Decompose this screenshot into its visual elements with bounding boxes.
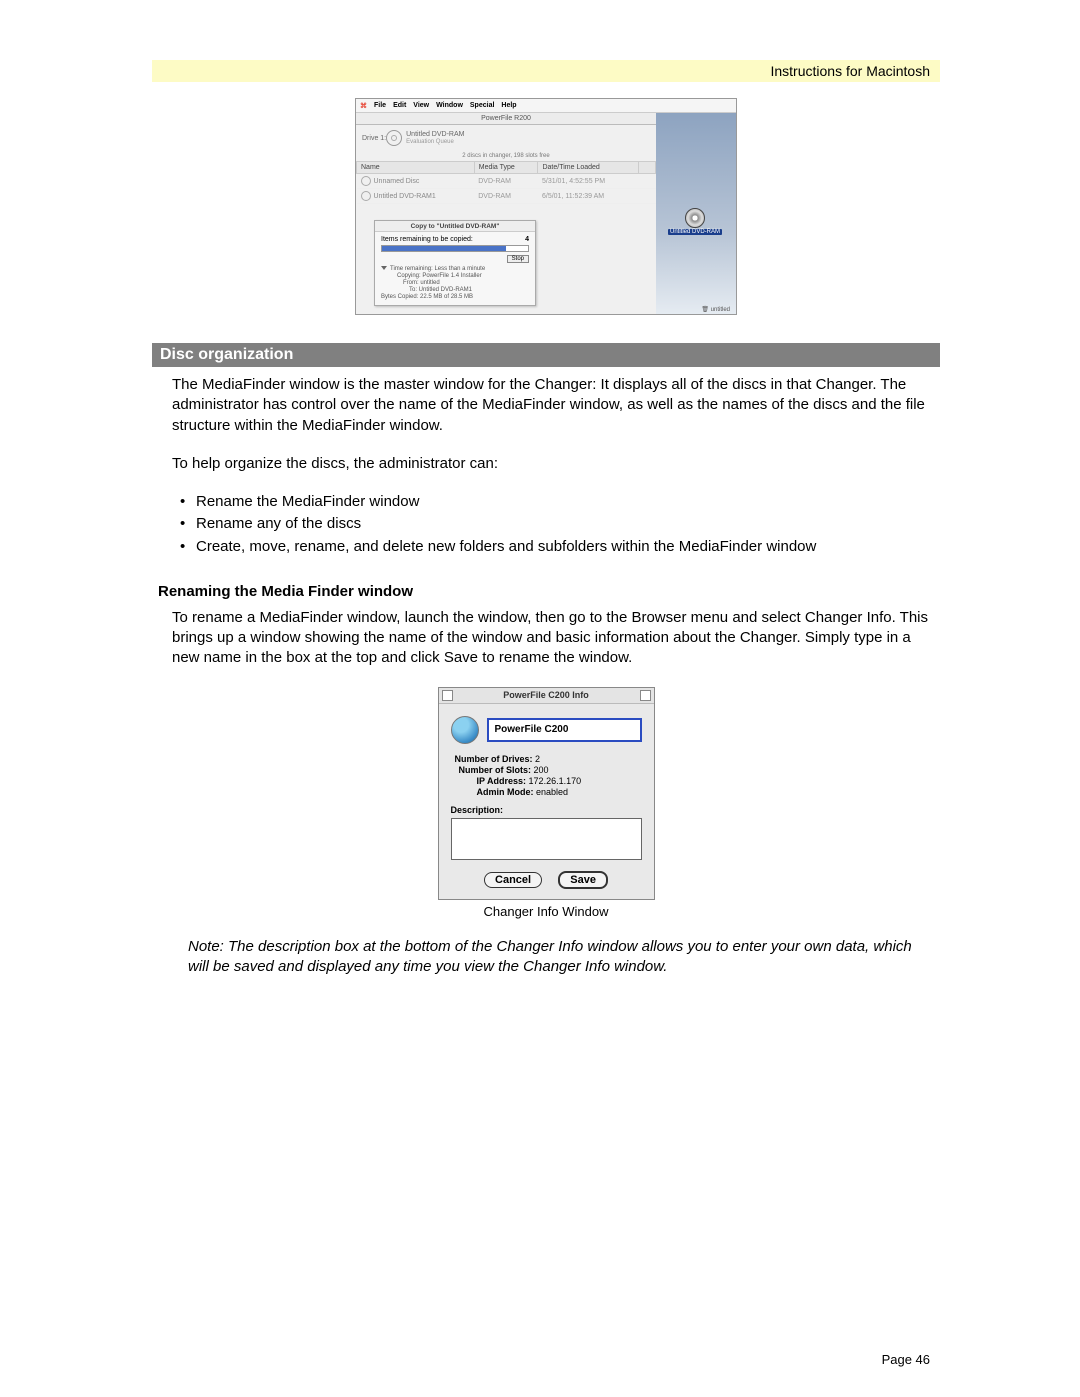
desktop-disc-icon: Untitled DVD-RAM <box>668 208 722 235</box>
ip-value: 172.26.1.170 <box>529 776 582 786</box>
changer-info-window: PowerFile C200 Info PowerFile C200 Numbe… <box>438 687 655 900</box>
body-paragraph: To help organize the discs, the administ… <box>172 454 928 474</box>
from-line: From: untitled <box>381 280 529 286</box>
trash-label: 🗑 untitled <box>701 306 730 313</box>
bullet-list: Rename the MediaFinder window Rename any… <box>172 492 928 557</box>
drive-name: Untitled DVD-RAM <box>406 131 464 138</box>
copy-progress-dialog: Copy to "Untitled DVD-RAM" Items remaini… <box>374 220 536 306</box>
copying-line: Copying: PowerFile 1.4 Installer <box>381 273 529 279</box>
slots-value: 200 <box>534 765 549 775</box>
figure-caption: Changer Info Window <box>152 904 940 919</box>
apple-menu-icon: ⌘ <box>360 102 367 110</box>
drives-value: 2 <box>535 754 540 764</box>
body-paragraph: To rename a MediaFinder window, launch t… <box>172 608 928 669</box>
zoom-box-icon[interactable] <box>640 690 651 701</box>
drives-label: Number of Drives: <box>455 754 533 764</box>
col-date: Date/Time Loaded <box>538 162 639 174</box>
window-title: PowerFile R200 <box>356 113 656 125</box>
disc-icon <box>386 130 402 146</box>
desktop-icon-label: Untitled DVD-RAM <box>668 229 722 235</box>
globe-icon <box>451 716 479 744</box>
ip-label: IP Address: <box>477 776 527 786</box>
page-number: Page 46 <box>882 1352 930 1367</box>
menu-window: Window <box>436 102 463 109</box>
col-media: Media Type <box>474 162 538 174</box>
subsection-heading: Renaming the Media Finder window <box>158 583 940 600</box>
save-button[interactable]: Save <box>558 871 608 889</box>
disc-icon <box>685 208 705 228</box>
menu-view: View <box>413 102 429 109</box>
drive-sub: Evaluation Queue <box>406 139 454 145</box>
to-line: To: Untitled DVD-RAM1 <box>381 287 529 293</box>
slot-status: 2 discs in changer, 198 slots free <box>356 151 656 161</box>
menu-edit: Edit <box>393 102 406 109</box>
bytes-copied: Bytes Copied: 22.5 MB of 28.5 MB <box>381 294 529 300</box>
items-remaining-value: 4 <box>525 236 529 243</box>
list-item: Create, move, rename, and delete new fol… <box>196 537 928 557</box>
admin-label: Admin Mode: <box>477 787 534 797</box>
col-scroll <box>639 162 656 174</box>
table-row: Unnamed Disc DVD-RAM 5/31/01, 4:52:55 PM <box>357 174 656 189</box>
admin-value: enabled <box>536 787 568 797</box>
menu-help: Help <box>501 102 516 109</box>
list-item: Rename the MediaFinder window <box>196 492 928 512</box>
menu-file: File <box>374 102 386 109</box>
section-heading: Disc organization <box>152 343 940 367</box>
time-remaining: Time remaining: Less than a minute <box>390 266 485 272</box>
page-header-bar: Instructions for Macintosh <box>152 60 940 82</box>
disc-table: Name Media Type Date/Time Loaded Unnamed… <box>356 161 656 204</box>
col-name: Name <box>357 162 475 174</box>
description-label: Description: <box>451 805 642 815</box>
drive-row: Drive 1: Untitled DVD-RAM Evaluation Que… <box>356 125 656 151</box>
menu-special: Special <box>470 102 495 109</box>
disc-icon <box>361 191 371 201</box>
changer-name-input[interactable]: PowerFile C200 <box>487 718 642 742</box>
mac-menubar: ⌘ File Edit View Window Special Help <box>356 99 736 113</box>
changer-info-titlebar: PowerFile C200 Info <box>439 688 654 704</box>
slots-label: Number of Slots: <box>459 765 532 775</box>
description-textarea[interactable] <box>451 818 642 860</box>
page-header-label: Instructions for Macintosh <box>770 63 930 79</box>
mediafinder-screenshot: ⌘ File Edit View Window Special Help Pow… <box>355 98 737 315</box>
table-row: Untitled DVD-RAM1 DVD-RAM 6/5/01, 11:52:… <box>357 189 656 204</box>
stop-button[interactable]: Stop <box>507 255 529 263</box>
items-remaining-label: Items remaining to be copied: <box>381 236 473 243</box>
cancel-button[interactable]: Cancel <box>484 872 542 888</box>
close-box-icon[interactable] <box>442 690 453 701</box>
changer-info-title: PowerFile C200 Info <box>503 690 589 700</box>
body-paragraph: The MediaFinder window is the master win… <box>172 375 928 436</box>
note-paragraph: Note: The description box at the bottom … <box>188 937 932 978</box>
disclosure-triangle-icon <box>381 266 387 270</box>
disc-icon <box>361 176 371 186</box>
copy-dialog-title: Copy to "Untitled DVD-RAM" <box>375 221 535 232</box>
progress-bar <box>381 245 529 252</box>
list-item: Rename any of the discs <box>196 514 928 534</box>
drive-prefix: Drive 1: <box>362 135 386 142</box>
